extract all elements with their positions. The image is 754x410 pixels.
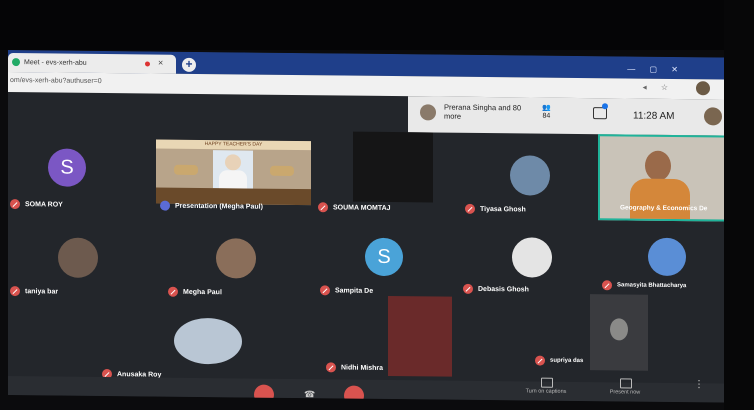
more-options-icon[interactable]: ⋮	[694, 379, 704, 390]
video-tile[interactable]	[590, 294, 648, 371]
chat-badge	[602, 103, 608, 110]
participant-name-tile: Presentation (Megha Paul)	[160, 200, 263, 212]
self-view-thumbnail[interactable]	[704, 107, 722, 126]
browser-tab[interactable]: Meet - evs-xerh-abu ×	[8, 53, 176, 74]
meet-info-strip: Prerana Singha and 80 more 👥 84 11:28 AM	[408, 96, 724, 136]
decoration	[174, 164, 198, 175]
participant-name-tile: Megha Paul	[168, 286, 222, 298]
url-text[interactable]: om/evs-xerh-abu?authuser=0	[10, 77, 102, 85]
mic-off-icon	[10, 286, 20, 297]
avatar	[510, 155, 550, 196]
avatar: S	[365, 237, 403, 277]
microphone-toggle-button[interactable]	[254, 384, 274, 403]
meet-favicon-icon	[12, 58, 20, 67]
active-speaker-video[interactable]: Geography & Economics De	[598, 134, 724, 222]
participant-avatar	[420, 104, 436, 121]
mic-off-icon	[320, 285, 330, 296]
participant-name-tile: taniya bar	[10, 286, 58, 297]
camera-toggle-button[interactable]	[344, 385, 364, 403]
mic-off-icon	[602, 280, 612, 291]
clock: 11:28 AM	[633, 110, 675, 122]
mic-off-icon	[465, 203, 475, 214]
presentation-banner: HAPPY TEACHER'S DAY	[156, 139, 311, 151]
video-tile[interactable]	[353, 131, 433, 203]
profile-avatar[interactable]	[696, 81, 710, 96]
participant-name-tile: Samasyita Bhattacharya	[602, 280, 686, 291]
participants-button[interactable]: 👥 84	[542, 105, 551, 121]
participant-count: 84	[542, 112, 551, 120]
participant-name-tile: Nidhi Mishra	[326, 362, 383, 373]
participant-name-tile: Geography & Economics De	[620, 204, 708, 213]
present-button-label[interactable]: Present now	[602, 389, 648, 395]
mic-off-icon	[10, 199, 20, 210]
speaker-face	[645, 150, 671, 181]
mic-off-icon	[463, 283, 473, 294]
recording-dot-icon	[145, 61, 150, 67]
avatar	[58, 237, 98, 278]
participant-figure	[610, 318, 628, 341]
avatar	[174, 317, 242, 365]
window-controls[interactable]: — ▢ ✕	[627, 64, 684, 74]
new-tab-button[interactable]: +	[182, 57, 196, 72]
participant-name-tile: Sampita De	[320, 285, 373, 296]
presentation-figure	[219, 170, 247, 189]
participant-name-tile: supriya das	[535, 355, 583, 367]
presentation-tile[interactable]: HAPPY TEACHER'S DAY	[156, 139, 311, 206]
screen: Meet - evs-xerh-abu × + — ▢ ✕ om/evs-xer…	[8, 50, 724, 403]
avatar: S	[48, 148, 86, 187]
participant-name-tile: SOMA ROY	[10, 199, 63, 210]
avatar	[512, 237, 552, 278]
mic-off-icon	[535, 355, 545, 366]
participant-name-tile: Debasis Ghosh	[463, 283, 529, 295]
tab-title: Meet - evs-xerh-abu	[24, 59, 87, 67]
presenting-icon	[160, 200, 170, 211]
mic-off-icon	[168, 286, 178, 297]
monitor-bezel-top	[0, 0, 754, 50]
speaker-body	[630, 178, 690, 220]
close-tab-icon[interactable]: ×	[158, 58, 163, 68]
captions-button-label[interactable]: Turn on captions	[518, 388, 574, 395]
present-icon[interactable]	[620, 378, 632, 389]
avatar	[648, 237, 686, 277]
presentation-face	[225, 154, 241, 171]
mic-off-icon	[318, 202, 328, 213]
captions-icon[interactable]	[541, 377, 553, 388]
people-summary: Prerana Singha and 80 more	[444, 102, 522, 121]
phone-icon[interactable]: ☎	[304, 389, 315, 400]
decoration	[270, 165, 294, 176]
mic-off-icon	[326, 362, 336, 373]
video-tile[interactable]	[388, 295, 452, 377]
people-icon: 👥	[542, 104, 551, 112]
monitor-bezel-right	[724, 0, 754, 410]
address-bar-icons[interactable]: ◂ ☆	[643, 83, 674, 92]
participant-name-tile: SOUMA MOMTAJ	[318, 202, 391, 213]
participant-name-tile: Tiyasa Ghosh	[465, 203, 526, 215]
avatar	[216, 238, 256, 279]
